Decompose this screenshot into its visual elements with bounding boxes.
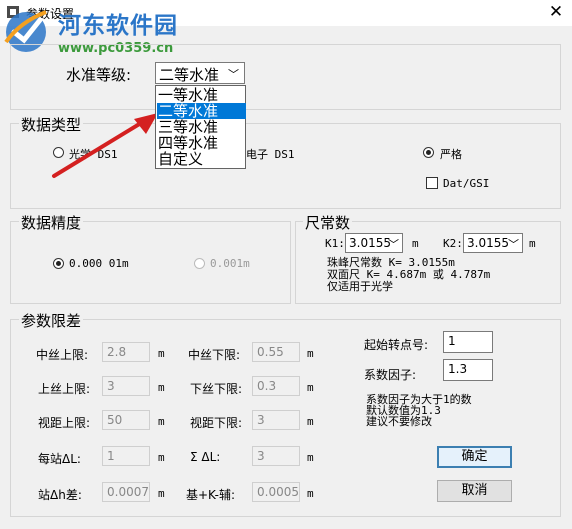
unit-label: m xyxy=(158,347,165,360)
factor-label: 系数因子: xyxy=(364,368,417,382)
dat-gsi-label: Dat/GSI xyxy=(443,177,490,190)
unit-label: m xyxy=(307,381,314,394)
k1-value: 3.0155 xyxy=(349,236,391,250)
up-upper-label: 上丝上限: xyxy=(38,382,91,396)
k1-unit: m xyxy=(412,237,419,250)
mid-lower-input[interactable]: 0.55 xyxy=(252,342,300,362)
level-dropdown-list: 一等水准 二等水准 三等水准 四等水准 自定义 xyxy=(155,85,246,169)
sight-lower-label: 视距下限: xyxy=(190,416,243,430)
station-dl-label: 每站ΔL: xyxy=(38,452,81,466)
unit-label: m xyxy=(307,451,314,464)
electronic-label: 电子 DS1 xyxy=(246,148,295,161)
low-lower-label: 下丝下限: xyxy=(190,382,243,396)
low-lower-input[interactable]: 0.3 xyxy=(252,376,300,396)
factor-input[interactable]: 1.3 xyxy=(443,359,493,381)
k2-label: K2: xyxy=(443,237,463,250)
precision-option-1: 0.000 01m xyxy=(69,257,129,270)
cancel-button[interactable]: 取消 xyxy=(437,480,512,502)
watermark-site-name: 河东软件园 xyxy=(58,12,178,39)
unit-label: m xyxy=(307,347,314,360)
dat-gsi-checkbox[interactable] xyxy=(426,177,438,189)
basek-label: 基+K-辅: xyxy=(186,488,236,502)
sight-upper-input[interactable]: 50 xyxy=(102,410,150,430)
level-combo[interactable]: 二等水准 ﹀ xyxy=(155,62,245,84)
chevron-down-icon: ﹀ xyxy=(228,68,239,81)
chevron-down-icon: ﹀ xyxy=(388,238,399,251)
level-label: 水准等级: xyxy=(66,66,132,84)
sum-dl-input[interactable]: 3 xyxy=(252,446,300,466)
up-upper-input[interactable]: 3 xyxy=(102,376,150,396)
ok-button[interactable]: 确定 xyxy=(437,446,512,468)
mid-lower-label: 中丝下限: xyxy=(188,348,241,362)
level-option-2[interactable]: 二等水准 xyxy=(157,103,246,119)
limits-group-label: 参数限差 xyxy=(19,310,84,331)
factor-note-3: 建议不要修改 xyxy=(366,415,432,428)
start-point-input[interactable]: 1 xyxy=(443,331,493,353)
station-dl-input[interactable]: 1 xyxy=(102,446,150,466)
chevron-down-icon: ﹀ xyxy=(508,238,519,251)
level-combo-value: 二等水准 xyxy=(159,66,220,84)
annotation-arrow-icon xyxy=(50,110,165,180)
unit-label: m xyxy=(158,451,165,464)
precision-option-2: 0.001m xyxy=(210,257,250,270)
k2-value: 3.0155 xyxy=(467,236,509,250)
precision-group-label: 数据精度 xyxy=(19,212,84,233)
level-option-1[interactable]: 一等水准 xyxy=(157,87,246,103)
strict-radio[interactable] xyxy=(423,147,434,158)
k2-unit: m xyxy=(529,237,536,250)
ruler-note-3: 仅适用于光学 xyxy=(327,280,393,293)
unit-label: m xyxy=(158,381,165,394)
close-icon[interactable]: ✕ xyxy=(544,2,568,22)
precision-radio-1[interactable] xyxy=(53,258,64,269)
start-point-label: 起始转点号: xyxy=(364,338,429,352)
sum-dl-label: Σ ΔL: xyxy=(190,450,221,464)
unit-label: m xyxy=(307,487,314,500)
station-dh-label: 站Δh差: xyxy=(38,488,82,502)
strict-label: 严格 xyxy=(440,148,462,161)
sight-upper-label: 视距上限: xyxy=(38,416,91,430)
level-option-3[interactable]: 三等水准 xyxy=(157,119,246,135)
basek-input[interactable]: 0.0005 xyxy=(252,482,300,502)
mid-upper-input[interactable]: 2.8 xyxy=(102,342,150,362)
unit-label: m xyxy=(158,487,165,500)
ruler-group-label: 尺常数 xyxy=(303,212,353,233)
unit-label: m xyxy=(307,415,314,428)
unit-label: m xyxy=(158,415,165,428)
mid-upper-label: 中丝上限: xyxy=(36,348,89,362)
level-option-4[interactable]: 四等水准 xyxy=(157,135,246,151)
k1-combo[interactable]: 3.0155 ﹀ xyxy=(345,233,403,253)
precision-radio-2[interactable] xyxy=(194,258,205,269)
station-dh-input[interactable]: 0.0007 xyxy=(102,482,150,502)
k1-label: K1: xyxy=(325,237,345,250)
level-option-5[interactable]: 自定义 xyxy=(157,151,246,167)
k2-combo[interactable]: 3.0155 ﹀ xyxy=(463,233,523,253)
sight-lower-input[interactable]: 3 xyxy=(252,410,300,430)
